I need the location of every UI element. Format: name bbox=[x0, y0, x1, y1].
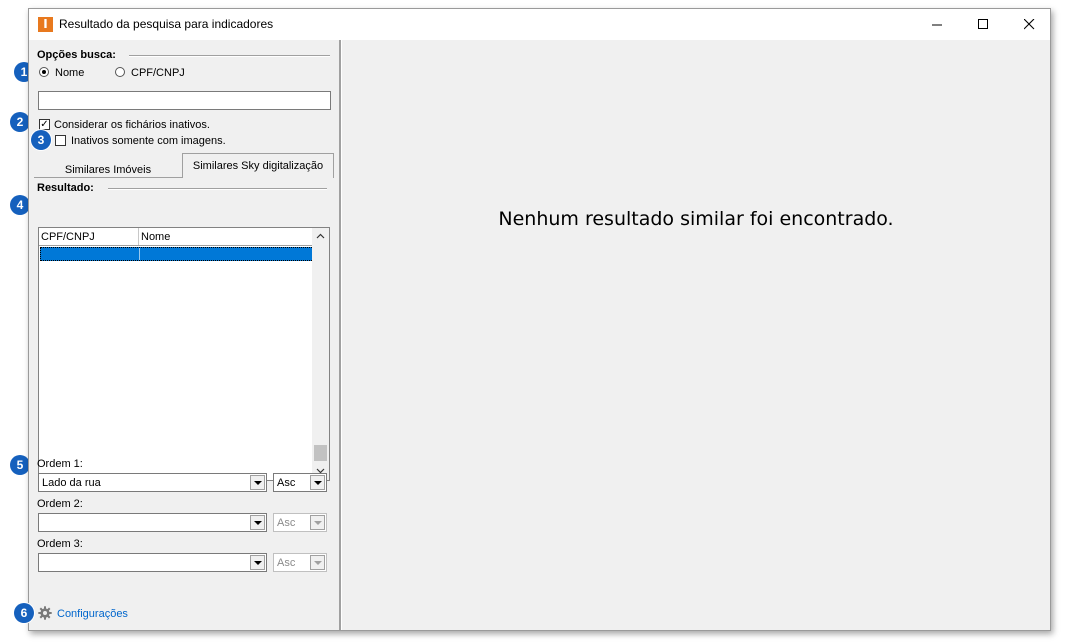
radio-cpf-cnpj-label[interactable]: CPF/CNPJ bbox=[131, 67, 185, 79]
search-options-label: Opções busca: bbox=[37, 49, 116, 61]
callout-badge-2: 2 bbox=[10, 112, 30, 132]
radio-cpf-cnpj[interactable] bbox=[115, 67, 125, 77]
consider-inactive-label[interactable]: Considerar os fichários inativos. bbox=[54, 119, 210, 131]
no-result-message: Nenhum resultado similar foi encontrado. bbox=[498, 208, 894, 230]
radio-nome-label[interactable]: Nome bbox=[55, 67, 84, 79]
radio-nome[interactable] bbox=[39, 67, 49, 77]
chevron-down-icon[interactable] bbox=[250, 515, 265, 530]
close-icon bbox=[1023, 19, 1034, 30]
grid-vertical-scrollbar[interactable] bbox=[312, 228, 329, 480]
table-row[interactable] bbox=[40, 247, 314, 261]
chevron-down-icon[interactable] bbox=[310, 475, 325, 490]
result-grid[interactable]: CPF/CNPJ Nome bbox=[38, 227, 330, 481]
result-separator bbox=[108, 188, 327, 190]
order-3-direction-value: Asc bbox=[277, 557, 296, 569]
maximize-icon bbox=[977, 19, 988, 29]
column-separator bbox=[138, 228, 139, 245]
callout-badge-5: 5 bbox=[10, 455, 30, 475]
preview-panel: Nenhum resultado similar foi encontrado. bbox=[342, 40, 1050, 630]
settings-link[interactable]: Configurações bbox=[57, 608, 128, 620]
chevron-down-icon[interactable] bbox=[250, 555, 265, 570]
dialog-window: I Resultado da pesquisa para indicadores… bbox=[28, 8, 1051, 631]
result-label: Resultado: bbox=[37, 182, 94, 194]
callout-badge-3: 3 bbox=[31, 130, 51, 150]
tab-similares-sky[interactable]: Similares Sky digitalização bbox=[182, 153, 334, 178]
chevron-up-icon[interactable] bbox=[316, 233, 325, 239]
callout-badge-4: 4 bbox=[10, 195, 30, 215]
window-title: Resultado da pesquisa para indicadores bbox=[59, 17, 274, 31]
row-cell-separator bbox=[139, 248, 140, 260]
order-1-label: Ordem 1: bbox=[37, 458, 83, 470]
order-2-label: Ordem 2: bbox=[37, 498, 83, 510]
order-1-field-select[interactable]: Lado da rua bbox=[38, 473, 267, 492]
search-options-separator bbox=[129, 55, 330, 57]
column-header-nome[interactable]: Nome bbox=[141, 231, 170, 243]
order-3-label: Ordem 3: bbox=[37, 538, 83, 550]
scrollbar-thumb[interactable] bbox=[314, 445, 327, 461]
title-bar[interactable]: I Resultado da pesquisa para indicadores bbox=[29, 9, 1050, 40]
order-1-direction-value: Asc bbox=[277, 477, 296, 489]
chevron-down-icon[interactable] bbox=[250, 475, 265, 490]
inactive-images-checkbox[interactable] bbox=[55, 135, 66, 146]
tab-similares-imoveis[interactable]: Similares Imóveis bbox=[34, 157, 182, 178]
inactive-images-label[interactable]: Inativos somente com imagens. bbox=[71, 135, 226, 147]
consider-inactive-checkbox[interactable]: ✓ bbox=[39, 119, 50, 130]
gear-icon[interactable] bbox=[38, 606, 52, 620]
chevron-down-icon bbox=[310, 515, 325, 530]
order-3-field-select[interactable] bbox=[38, 553, 267, 572]
maximize-button[interactable] bbox=[960, 9, 1006, 40]
order-1-field-value: Lado da rua bbox=[42, 477, 101, 489]
minimize-icon bbox=[931, 24, 942, 26]
order-3-direction-select: Asc bbox=[273, 553, 327, 572]
close-button[interactable] bbox=[1006, 9, 1052, 40]
app-icon: I bbox=[38, 17, 53, 32]
left-panel: Opções busca: Nome CPF/CNPJ ✓ Considerar… bbox=[29, 40, 339, 630]
order-2-field-select[interactable] bbox=[38, 513, 267, 532]
column-header-cpf-cnpj[interactable]: CPF/CNPJ bbox=[41, 231, 95, 243]
order-2-direction-select: Asc bbox=[273, 513, 327, 532]
search-input[interactable] bbox=[38, 91, 331, 110]
grid-header: CPF/CNPJ Nome bbox=[39, 228, 314, 246]
callout-badge-6: 6 bbox=[14, 603, 34, 623]
order-1-direction-select[interactable]: Asc bbox=[273, 473, 327, 492]
order-2-direction-value: Asc bbox=[277, 517, 296, 529]
chevron-down-icon bbox=[310, 555, 325, 570]
minimize-button[interactable] bbox=[914, 9, 960, 40]
